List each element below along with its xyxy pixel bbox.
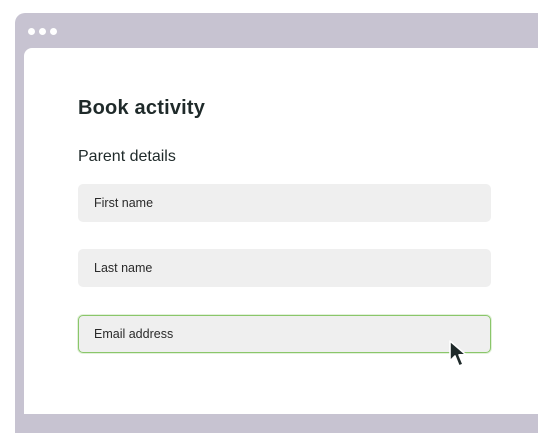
page-title: Book activity [78,97,206,119]
arrow-pointer-icon [449,340,467,367]
window-dot-1[interactable] [28,27,35,35]
first-name-field[interactable] [78,184,491,222]
section-title: Parent details [78,148,176,165]
window-dot-3[interactable] [50,27,57,35]
last-name-field[interactable] [78,249,491,287]
email-field[interactable] [78,315,491,353]
window-controls [15,13,57,49]
window-dot-2[interactable] [39,27,46,35]
